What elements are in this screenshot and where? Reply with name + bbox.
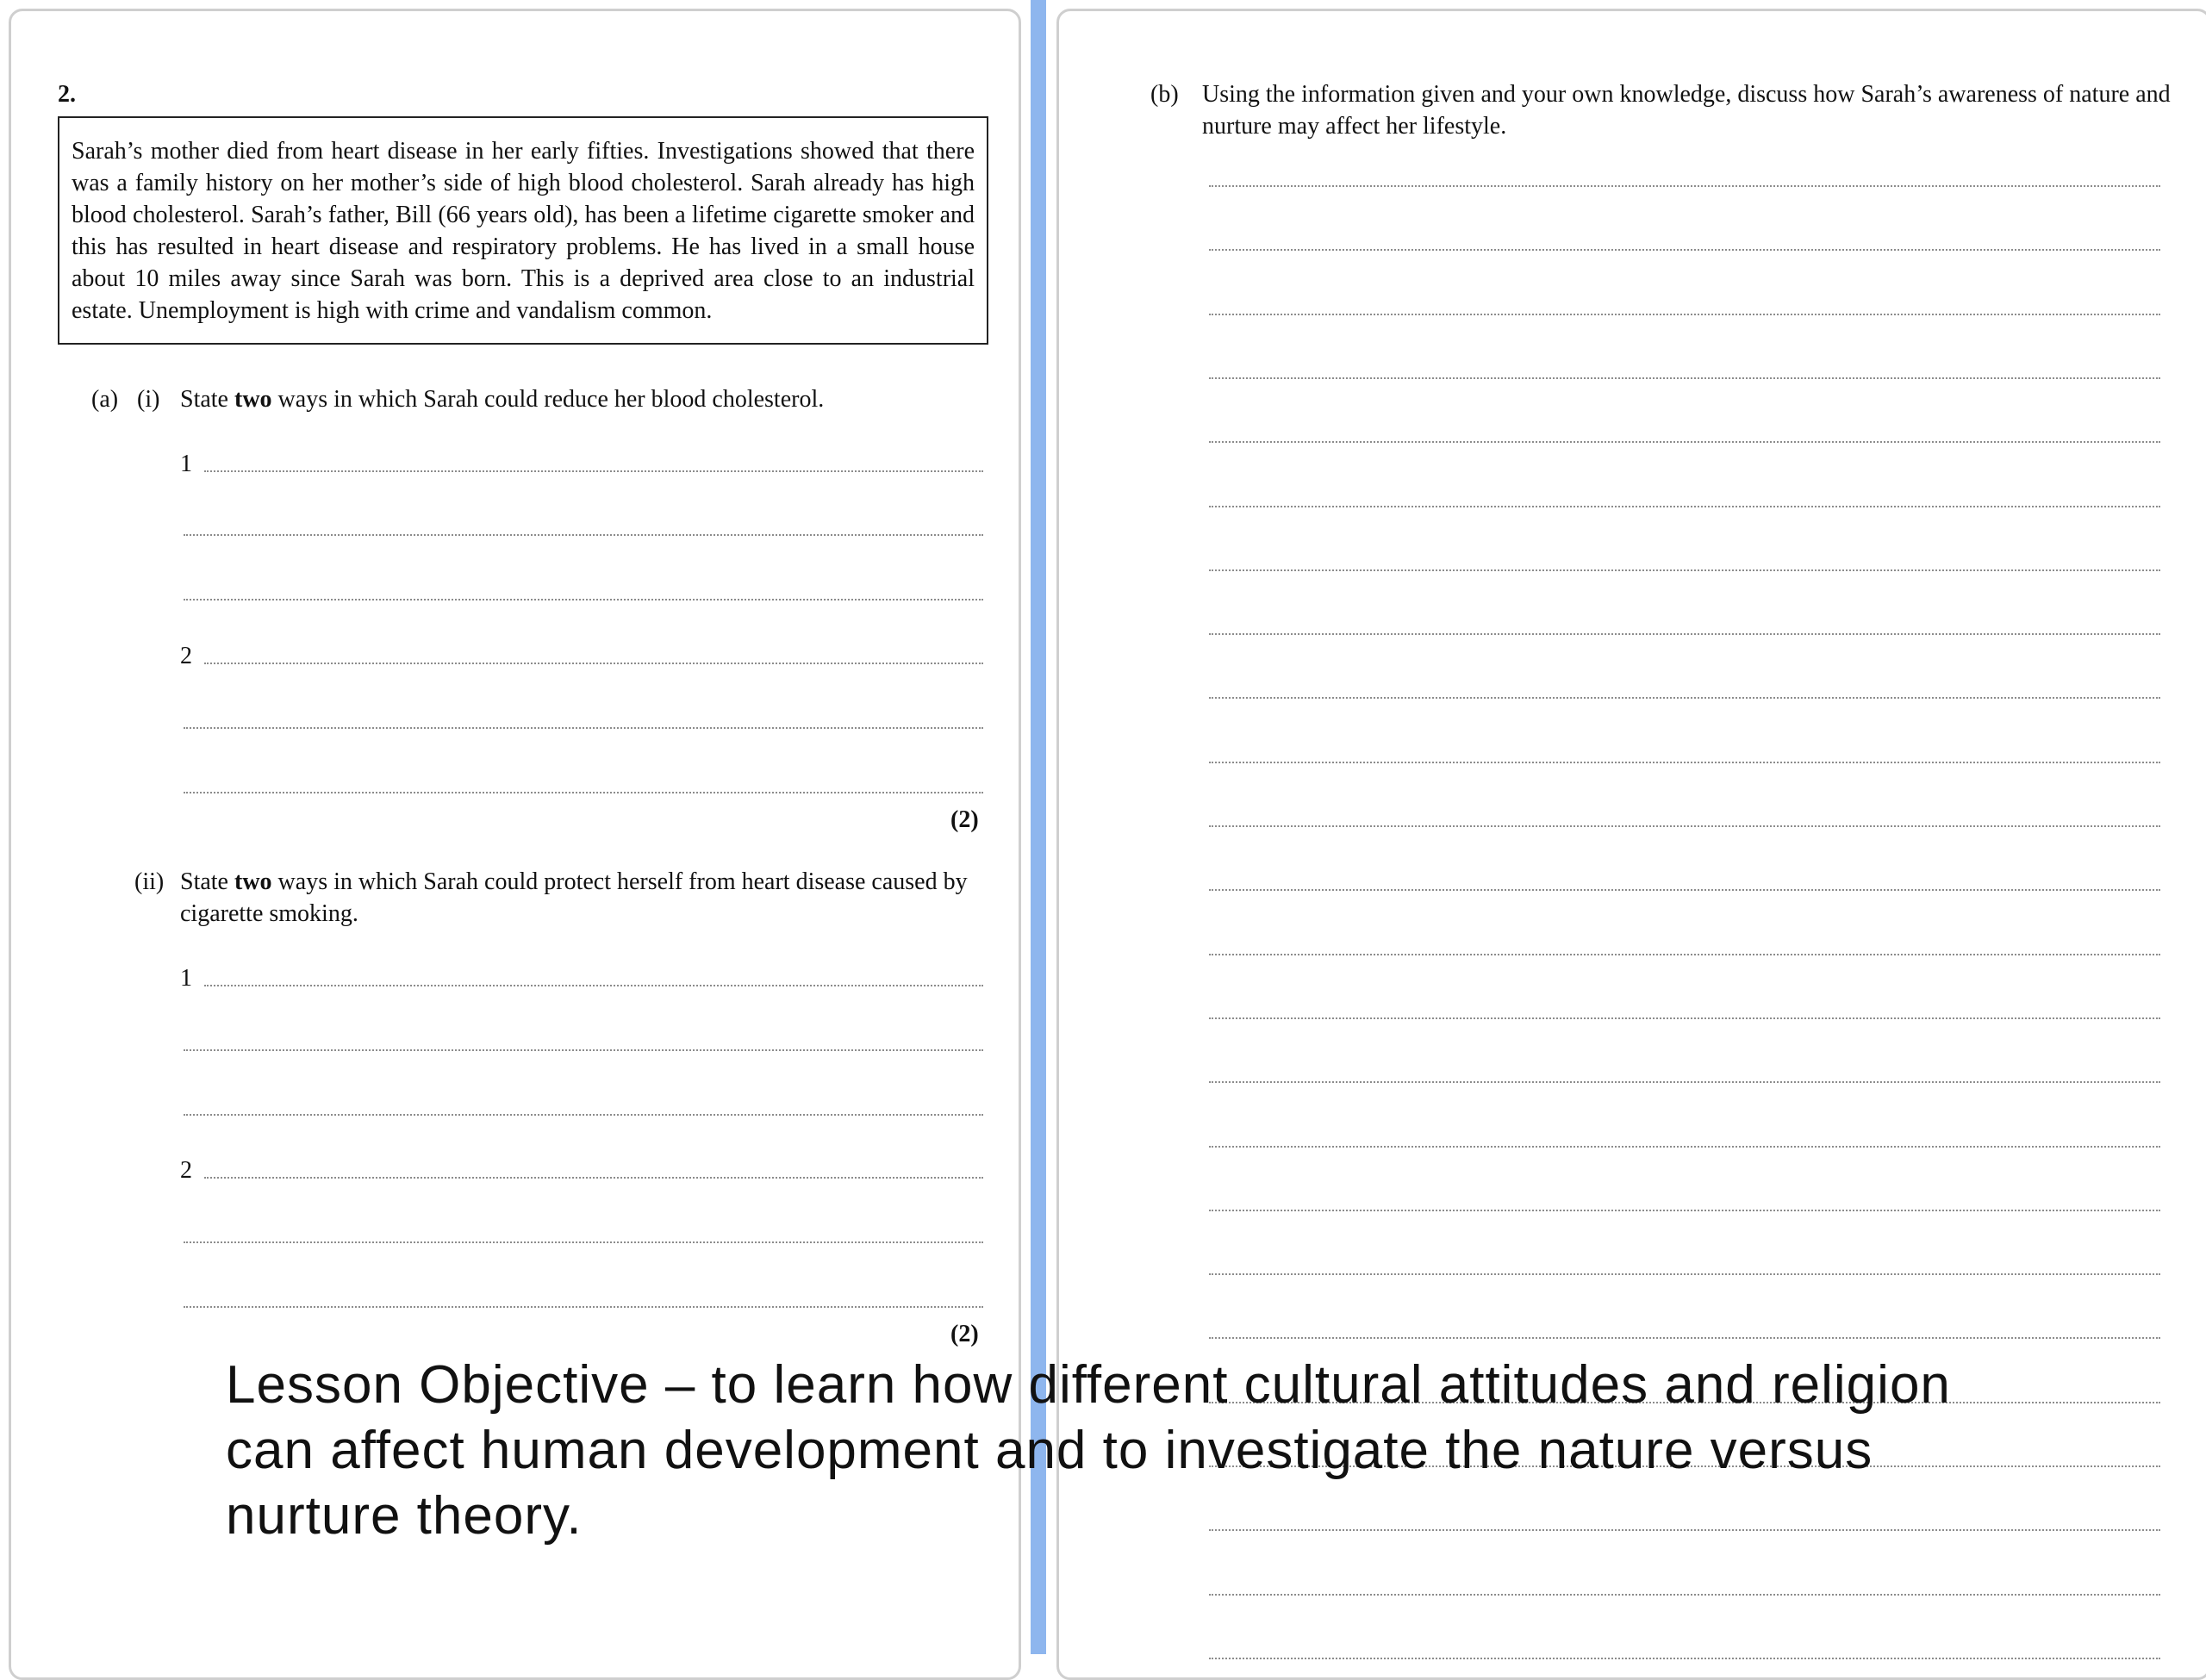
part-b-label: (b): [1150, 81, 1179, 108]
answer-line[interactable]: [1209, 761, 2160, 763]
answer-number-2: 2: [180, 643, 192, 669]
answer-line[interactable]: [1209, 1273, 2160, 1276]
answer-line[interactable]: [184, 727, 983, 729]
answer-line[interactable]: [1209, 313, 2160, 315]
answer-line[interactable]: [1209, 1209, 2160, 1211]
scenario-text: Sarah’s mother died from heart disease i…: [72, 138, 975, 324]
answer-line[interactable]: [1209, 1145, 2160, 1148]
question-emphasis: two: [234, 868, 272, 895]
question-text-start: State: [180, 868, 234, 895]
answer-line[interactable]: [1209, 505, 2160, 507]
answer-line[interactable]: [1209, 1337, 2160, 1340]
answer-line[interactable]: [1209, 1657, 2160, 1659]
part-a-ii-label: (ii): [134, 868, 165, 895]
answer-number-2: 2: [180, 1157, 192, 1184]
part-a-ii-question: State two ways in which Sarah could prot…: [180, 866, 999, 930]
answer-line[interactable]: [1209, 569, 2160, 571]
question-emphasis: two: [234, 386, 272, 413]
answer-line[interactable]: [204, 663, 983, 664]
question-text-end: ways in which Sarah could protect hersel…: [180, 868, 968, 927]
question-number: 2.: [58, 81, 76, 108]
answer-line[interactable]: [1209, 441, 2160, 444]
answer-line[interactable]: [1209, 953, 2160, 955]
answer-line[interactable]: [1209, 825, 2160, 827]
answer-line[interactable]: [204, 1177, 983, 1179]
answer-line[interactable]: [1209, 1081, 2160, 1084]
answer-line[interactable]: [1209, 889, 2160, 892]
objective-line-3: nurture theory.: [226, 1486, 583, 1546]
answer-line[interactable]: [1209, 249, 2160, 252]
answer-line[interactable]: [184, 792, 983, 793]
objective-line-2: can affect human development and to inve…: [226, 1421, 1873, 1480]
answer-number-1: 1: [180, 965, 192, 992]
answer-line[interactable]: [184, 534, 983, 536]
answer-line[interactable]: [184, 1241, 983, 1243]
objective-line-1: Lesson Objective – to learn how differen…: [226, 1355, 1951, 1415]
answer-line[interactable]: [1209, 697, 2160, 700]
answer-line[interactable]: [1209, 1017, 2160, 1019]
answer-line[interactable]: [184, 1049, 983, 1051]
answer-line[interactable]: [184, 1306, 983, 1308]
lesson-objective: Lesson Objective – to learn how differen…: [226, 1353, 2206, 1549]
answer-line[interactable]: [1209, 633, 2160, 636]
answer-line[interactable]: [204, 470, 983, 472]
scenario-box: Sarah’s mother died from heart disease i…: [58, 116, 988, 345]
answer-line[interactable]: [1209, 185, 2160, 187]
part-b-question: Using the information given and your own…: [1202, 81, 2171, 140]
answer-line[interactable]: [1209, 1593, 2160, 1596]
marks-a-ii: (2): [950, 1321, 979, 1347]
answer-line[interactable]: [204, 985, 983, 986]
question-text-start: State: [180, 386, 234, 413]
answer-line[interactable]: [184, 1114, 983, 1116]
marks-a-i: (2): [950, 806, 979, 833]
part-a-label: (a): [91, 386, 119, 413]
part-a-i-label: (i): [137, 386, 160, 413]
part-a-i-question: State two ways in which Sarah could redu…: [180, 383, 1050, 415]
question-text-end: ways in which Sarah could reduce her blo…: [271, 386, 825, 413]
answer-line[interactable]: [184, 599, 983, 600]
answer-line[interactable]: [1209, 376, 2160, 379]
answer-number-1: 1: [180, 451, 192, 477]
